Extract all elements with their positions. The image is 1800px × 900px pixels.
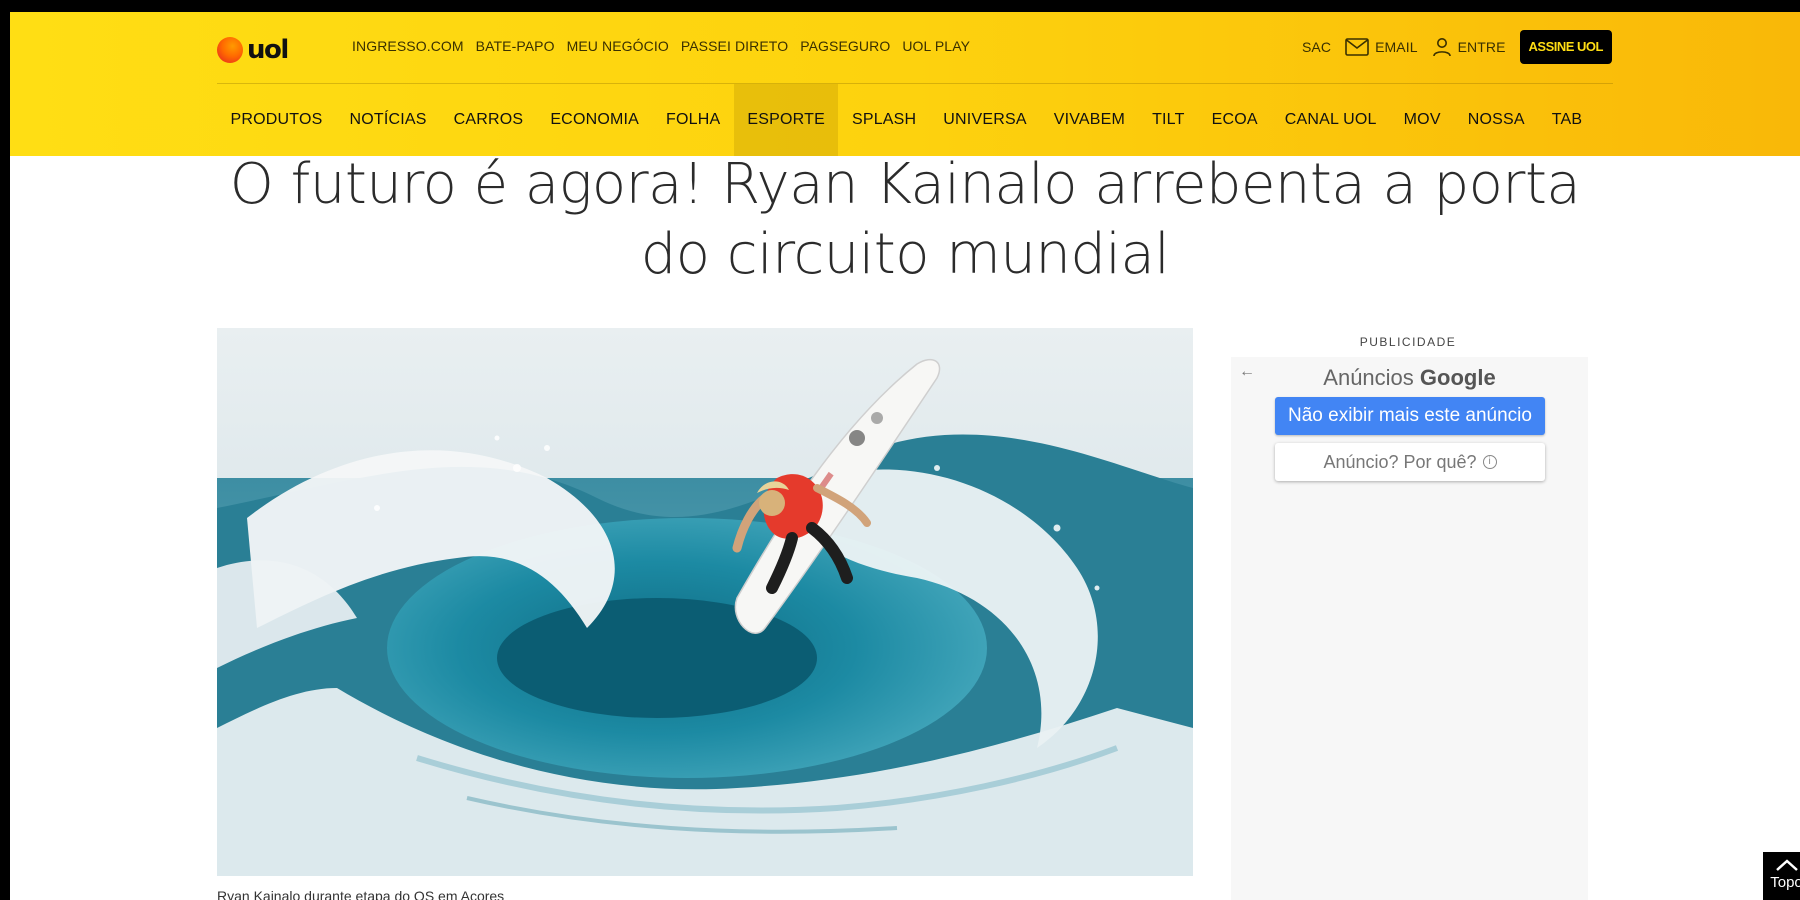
utility-bar: SAC EMAIL ENTRE ASSINE UOL <box>1302 30 1612 64</box>
info-icon: i <box>1482 455 1497 469</box>
top-links: INGRESSO.COM BATE-PAPO MEU NEGÓCIO PASSE… <box>352 38 970 56</box>
photo-caption: Ryan Kainalo durante etapa do QS em Açor… <box>217 888 505 900</box>
nav-splash[interactable]: SPLASH <box>838 84 929 156</box>
ad-container: ← Anúncios Google Não exibir mais este a… <box>1231 357 1588 900</box>
ad-heading: Anúncios Google <box>1231 365 1588 391</box>
article-headline: O futuro é agora! Ryan Kainalo arrebenta… <box>170 150 1640 290</box>
nav-nossa[interactable]: NOSSA <box>1454 84 1538 156</box>
nav-ecoa[interactable]: ECOA <box>1198 84 1271 156</box>
nav-universa[interactable]: UNIVERSA <box>930 84 1040 156</box>
top-link-ingresso[interactable]: INGRESSO.COM <box>352 38 464 54</box>
nav-carros[interactable]: CARROS <box>440 84 537 156</box>
back-to-top-label: Topo <box>1770 874 1800 891</box>
top-link-bate-papo[interactable]: BATE-PAPO <box>476 38 555 54</box>
mail-icon <box>1345 38 1369 56</box>
nav-tilt[interactable]: TILT <box>1139 84 1199 156</box>
article-photo <box>217 328 1193 876</box>
login-link[interactable]: ENTRE <box>1432 37 1506 57</box>
masthead: uol INGRESSO.COM BATE-PAPO MEU NEGÓCIO P… <box>10 12 1800 156</box>
why-ad-button[interactable]: Anúncio? Por quê? i <box>1275 443 1545 481</box>
nav-canal-uol[interactable]: CANAL UOL <box>1271 84 1390 156</box>
nav-tab[interactable]: TAB <box>1538 84 1596 156</box>
back-to-top-button[interactable]: Topo <box>1763 852 1800 900</box>
top-link-meu-negocio[interactable]: MEU NEGÓCIO <box>567 38 669 54</box>
nav-vivabem[interactable]: VIVABEM <box>1040 84 1138 156</box>
nav-produtos[interactable]: PRODUTOS <box>217 84 336 156</box>
chevron-up-icon <box>1775 859 1798 871</box>
email-label: EMAIL <box>1375 39 1418 55</box>
nav-esporte[interactable]: ESPORTE <box>733 84 839 156</box>
main-nav: PRODUTOS NOTÍCIAS CARROS ECONOMIA FOLHA … <box>217 84 1596 156</box>
nav-mov[interactable]: MOV <box>1390 84 1454 156</box>
page: uol INGRESSO.COM BATE-PAPO MEU NEGÓCIO P… <box>10 12 1800 900</box>
top-link-uol-play[interactable]: UOL PLAY <box>902 38 970 54</box>
google-wordmark: Google <box>1419 365 1496 390</box>
ad-heading-prefix: Anúncios <box>1323 365 1414 390</box>
login-label: ENTRE <box>1457 39 1506 55</box>
logo-wordmark: uol <box>247 35 289 65</box>
uol-sun-icon <box>217 37 243 63</box>
why-ad-label: Anúncio? Por quê? <box>1323 451 1477 472</box>
surfer-photo <box>217 328 1193 876</box>
ad-label: PUBLICIDADE <box>1359 335 1457 349</box>
top-link-pagseguro[interactable]: PAGSEGURO <box>800 38 890 54</box>
email-link[interactable]: EMAIL <box>1345 38 1418 56</box>
headline-line-2: do circuito mundial <box>640 222 1170 287</box>
headline-line-1: O futuro é agora! Ryan Kainalo arrebenta… <box>229 152 1581 217</box>
user-icon <box>1432 38 1451 57</box>
nav-folha[interactable]: FOLHA <box>653 84 734 156</box>
uol-logo[interactable]: uol <box>217 34 289 66</box>
nav-noticias[interactable]: NOTÍCIAS <box>336 84 440 156</box>
top-link-passei-direto[interactable]: PASSEI DIRETO <box>681 38 788 54</box>
hide-ad-button[interactable]: Não exibir mais este anúncio <box>1275 397 1545 435</box>
subscribe-button[interactable]: ASSINE UOL <box>1519 30 1612 64</box>
nav-economia[interactable]: ECONOMIA <box>537 84 653 156</box>
sac-link[interactable]: SAC <box>1302 39 1331 55</box>
